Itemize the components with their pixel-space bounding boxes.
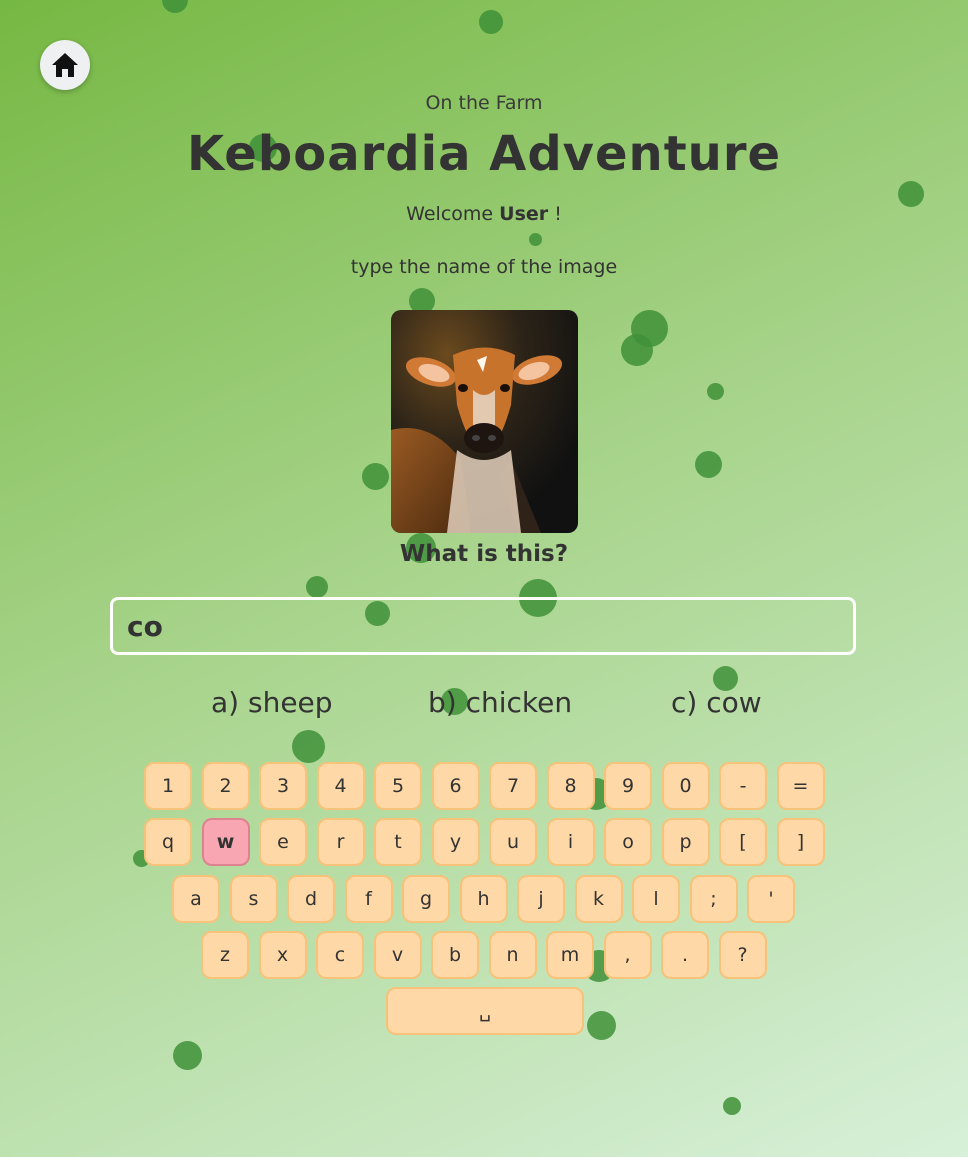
key-1-7[interactable]: 7 — [489, 762, 537, 810]
key-4-1[interactable]: z — [201, 931, 249, 979]
key-2-7[interactable]: u — [489, 818, 537, 866]
key-2-4[interactable]: r — [316, 818, 365, 866]
key-4-3[interactable]: c — [316, 931, 364, 979]
answer-input[interactable] — [110, 597, 856, 655]
key-2-6[interactable]: y — [431, 818, 480, 866]
key-3-11[interactable]: ' — [747, 875, 795, 923]
key-1-6[interactable]: 6 — [431, 762, 480, 810]
key-3-2[interactable]: s — [229, 875, 278, 923]
page-title: Keboardia Adventure — [186, 126, 782, 182]
key-1-9[interactable]: 9 — [604, 762, 652, 810]
space-key[interactable]: ␣ — [386, 987, 584, 1035]
level-subtitle: On the Farm — [425, 92, 543, 114]
key-2-2[interactable]: w — [201, 818, 250, 866]
key-3-1[interactable]: a — [172, 875, 220, 923]
key-1-4[interactable]: 4 — [316, 762, 365, 810]
welcome-prefix: Welcome — [406, 203, 494, 225]
key-2-11[interactable]: [ — [719, 818, 767, 866]
key-1-10[interactable]: 0 — [661, 762, 710, 810]
home-icon — [52, 53, 78, 77]
question-text: What is this? — [399, 541, 569, 567]
key-3-3[interactable]: d — [287, 875, 335, 923]
welcome-suffix: ! — [554, 203, 562, 225]
instruction-text: type the name of the image — [350, 256, 618, 278]
key-4-2[interactable]: x — [258, 931, 307, 979]
key-1-5[interactable]: 5 — [374, 762, 422, 810]
option-sheep[interactable]: a) sheep — [211, 686, 333, 719]
key-2-9[interactable]: o — [604, 818, 652, 866]
key-2-1[interactable]: q — [144, 818, 192, 866]
key-4-4[interactable]: v — [373, 931, 422, 979]
key-3-4[interactable]: f — [344, 875, 393, 923]
option-chicken[interactable]: b) chicken — [428, 686, 572, 719]
key-1-3[interactable]: 3 — [259, 762, 307, 810]
key-1-2[interactable]: 2 — [201, 762, 250, 810]
key-1-8[interactable]: 8 — [546, 762, 595, 810]
key-2-10[interactable]: p — [661, 818, 710, 866]
key-3-7[interactable]: j — [517, 875, 565, 923]
key-4-8[interactable]: , — [603, 931, 652, 979]
home-button[interactable] — [40, 40, 90, 90]
key-3-10[interactable]: ; — [689, 875, 738, 923]
key-4-7[interactable]: m — [546, 931, 594, 979]
key-1-11[interactable]: - — [719, 762, 767, 810]
key-2-5[interactable]: t — [374, 818, 422, 866]
key-4-9[interactable]: . — [661, 931, 709, 979]
key-2-12[interactable]: ] — [776, 818, 825, 866]
answer-options: a) sheep b) chicken c) cow — [0, 686, 968, 726]
key-3-5[interactable]: g — [402, 875, 450, 923]
key-2-8[interactable]: i — [546, 818, 595, 866]
key-3-9[interactable]: l — [632, 875, 680, 923]
key-3-6[interactable]: h — [459, 875, 508, 923]
cow-image — [391, 310, 578, 533]
key-1-12[interactable]: = — [776, 762, 825, 810]
key-2-3[interactable]: e — [259, 818, 307, 866]
key-4-6[interactable]: n — [488, 931, 537, 979]
key-3-8[interactable]: k — [574, 875, 623, 923]
key-4-10[interactable]: ? — [718, 931, 767, 979]
welcome-message: Welcome User ! — [0, 203, 968, 225]
option-cow[interactable]: c) cow — [671, 686, 762, 719]
username: User — [499, 203, 549, 225]
key-1-1[interactable]: 1 — [144, 762, 192, 810]
key-4-5[interactable]: b — [431, 931, 479, 979]
